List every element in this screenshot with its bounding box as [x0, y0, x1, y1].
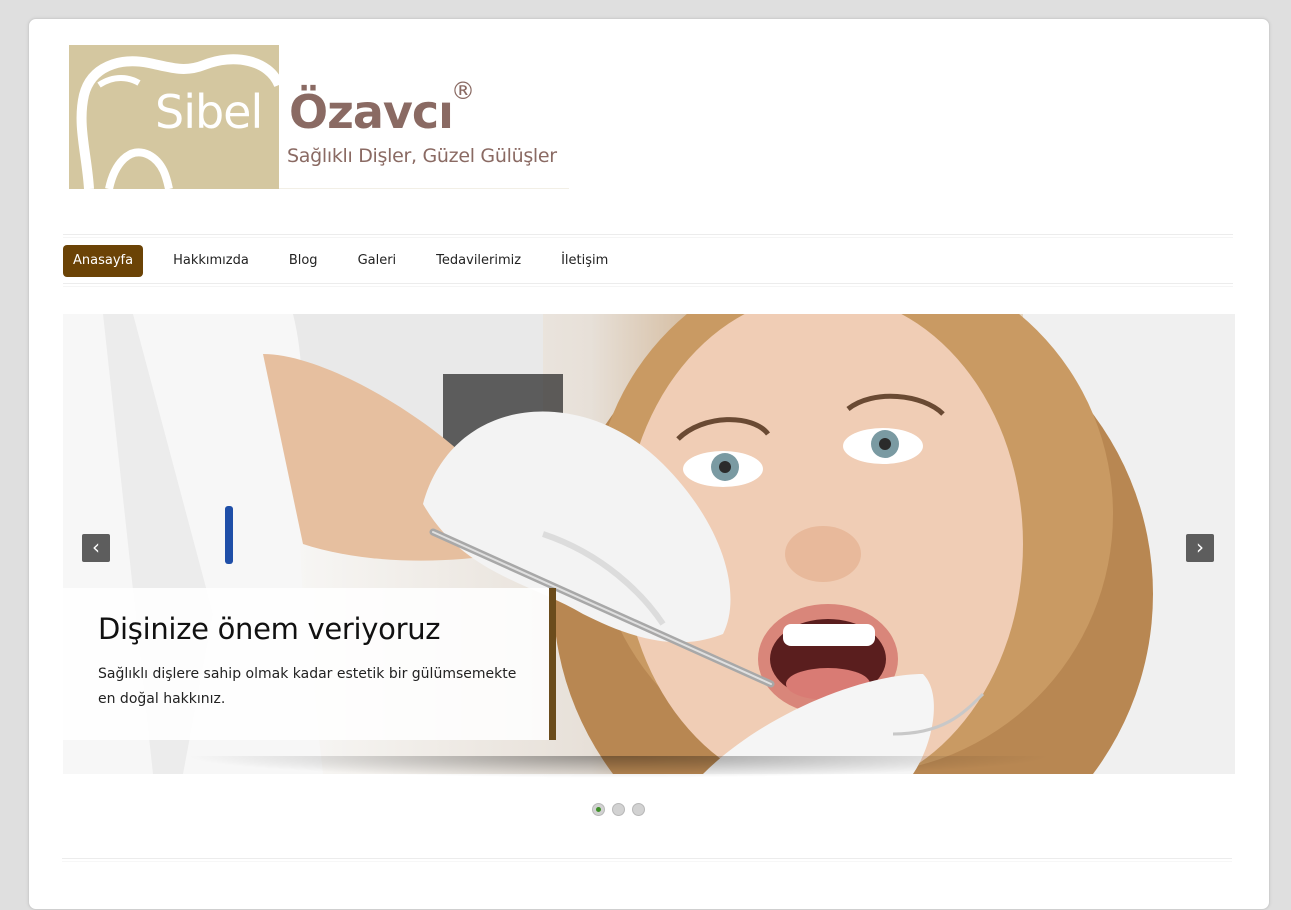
nav-item-tedavilerimiz[interactable]: Tedavilerimiz — [426, 245, 531, 277]
logo-last-name: Özavcı — [289, 85, 454, 139]
nav-item-iletisim[interactable]: İletişim — [551, 245, 618, 277]
nav-divider-bottom — [63, 283, 1233, 287]
hero-slider[interactable]: ‹ › Dişinize önem veriyoruz Sağlıklı diş… — [63, 314, 1235, 774]
chevron-left-icon: ‹ — [92, 535, 100, 559]
slider-dot-1[interactable] — [592, 803, 605, 816]
main-nav: Anasayfa Hakkımızda Blog Galeri Tedavile… — [63, 245, 638, 277]
slider-next-button[interactable]: › — [1186, 534, 1214, 562]
logo-underline — [279, 188, 569, 189]
slider-shadow — [184, 756, 1054, 778]
slider-pagination — [592, 803, 652, 816]
slider-prev-button[interactable]: ‹ — [82, 534, 110, 562]
chevron-right-icon: › — [1196, 535, 1204, 559]
nav-item-anasayfa[interactable]: Anasayfa — [63, 245, 144, 277]
logo-tagline: Sağlıklı Dişler, Güzel Gülüşler — [287, 145, 557, 167]
slide-text: Sağlıklı dişlere sahip olmak kadar estet… — [98, 666, 517, 707]
slider-dot-3[interactable] — [632, 803, 645, 816]
nav-item-hakkimizda[interactable]: Hakkımızda — [163, 245, 259, 277]
site-logo[interactable]: Sibel Özavcı ® Sağlıklı Dişler, Güzel Gü… — [69, 45, 569, 195]
nav-item-galeri[interactable]: Galeri — [348, 245, 407, 277]
slide-title: Dişinize önem veriyoruz — [98, 612, 441, 646]
registered-mark: ® — [451, 77, 475, 105]
logo-first-name: Sibel — [155, 85, 263, 139]
slider-dot-2[interactable] — [612, 803, 625, 816]
nav-divider-top — [63, 234, 1233, 238]
slide-caption: Dişinize önem veriyoruz Sağlıklı dişlere… — [63, 588, 556, 740]
footer-divider — [62, 858, 1232, 862]
nav-item-blog[interactable]: Blog — [279, 245, 328, 277]
